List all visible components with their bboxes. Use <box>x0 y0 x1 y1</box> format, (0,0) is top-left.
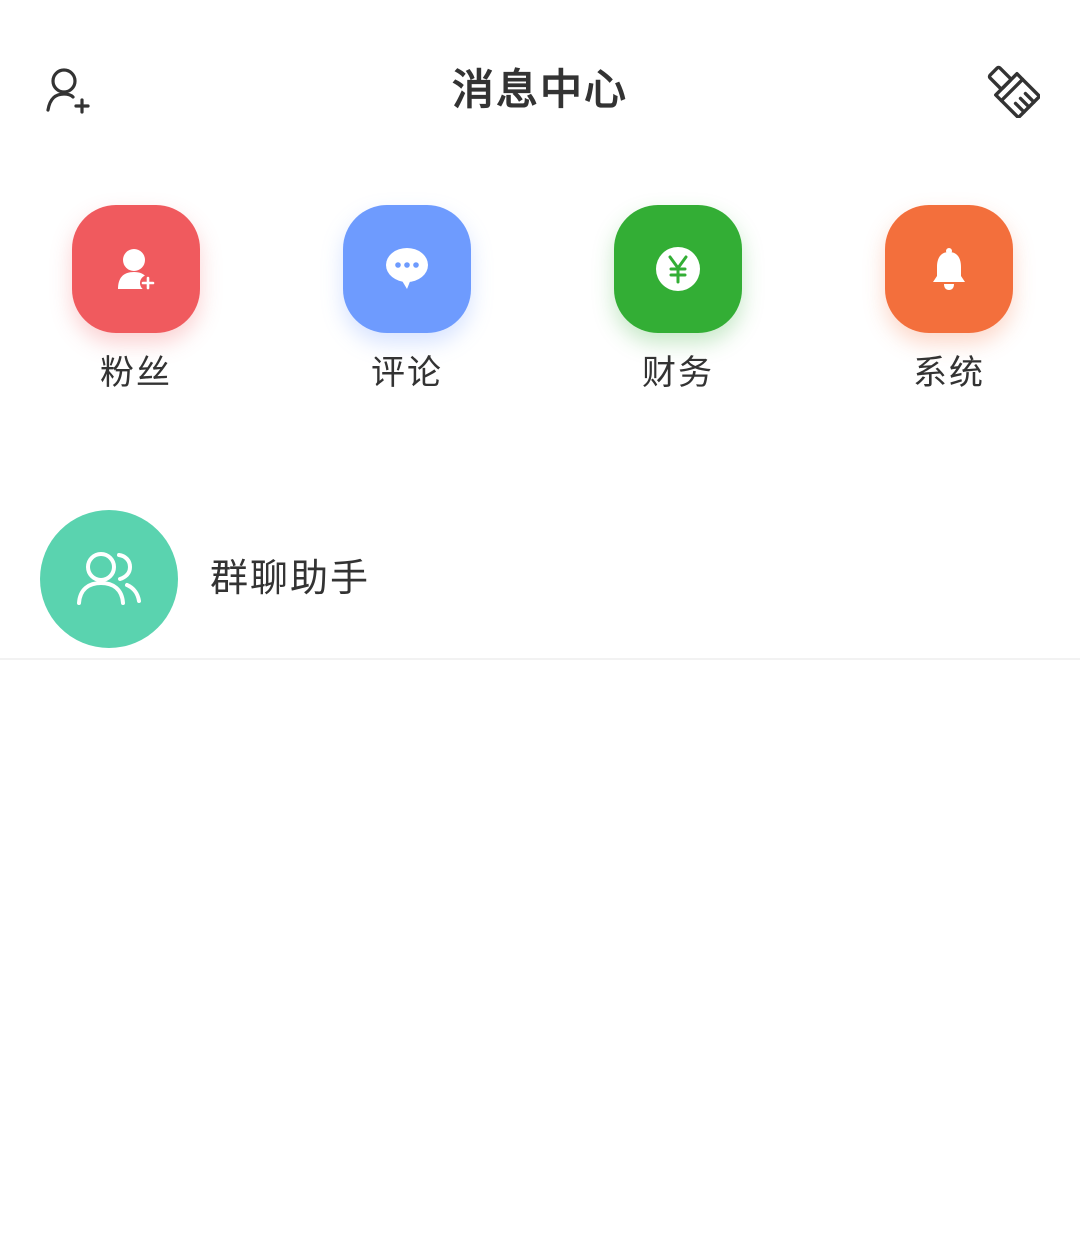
bell-icon <box>933 248 965 290</box>
yuan-coin-icon <box>656 247 700 291</box>
comment-bubble-icon <box>386 248 428 289</box>
category-comments-label: 评论 <box>371 353 443 393</box>
category-system[interactable]: 系统 <box>849 205 1049 405</box>
category-fans-tile <box>72 205 200 333</box>
clear-brush-icon <box>987 65 1040 118</box>
list-item-title: 群聊助手 <box>210 556 371 600</box>
category-fans[interactable]: 粉丝 <box>36 205 236 405</box>
fans-add-user-icon <box>118 249 156 291</box>
message-categories: 粉丝 评论 财务 系统 <box>0 205 1080 405</box>
category-system-label: 系统 <box>913 353 985 393</box>
list-item-group-chat-assistant[interactable]: 群聊助手 <box>0 500 1080 660</box>
category-comments[interactable]: 评论 <box>307 205 507 405</box>
category-comments-tile <box>343 205 471 333</box>
category-finance[interactable]: 财务 <box>578 205 778 405</box>
header-bar: 消息中心 <box>0 0 1080 180</box>
group-users-icon <box>77 552 141 605</box>
category-finance-tile <box>614 205 742 333</box>
category-finance-label: 财务 <box>642 353 714 393</box>
category-fans-label: 粉丝 <box>100 353 172 393</box>
page-title: 消息中心 <box>451 65 628 114</box>
list-divider <box>0 658 1080 660</box>
clear-messages-button[interactable] <box>984 62 1040 118</box>
avatar <box>40 510 178 648</box>
category-system-tile <box>885 205 1013 333</box>
